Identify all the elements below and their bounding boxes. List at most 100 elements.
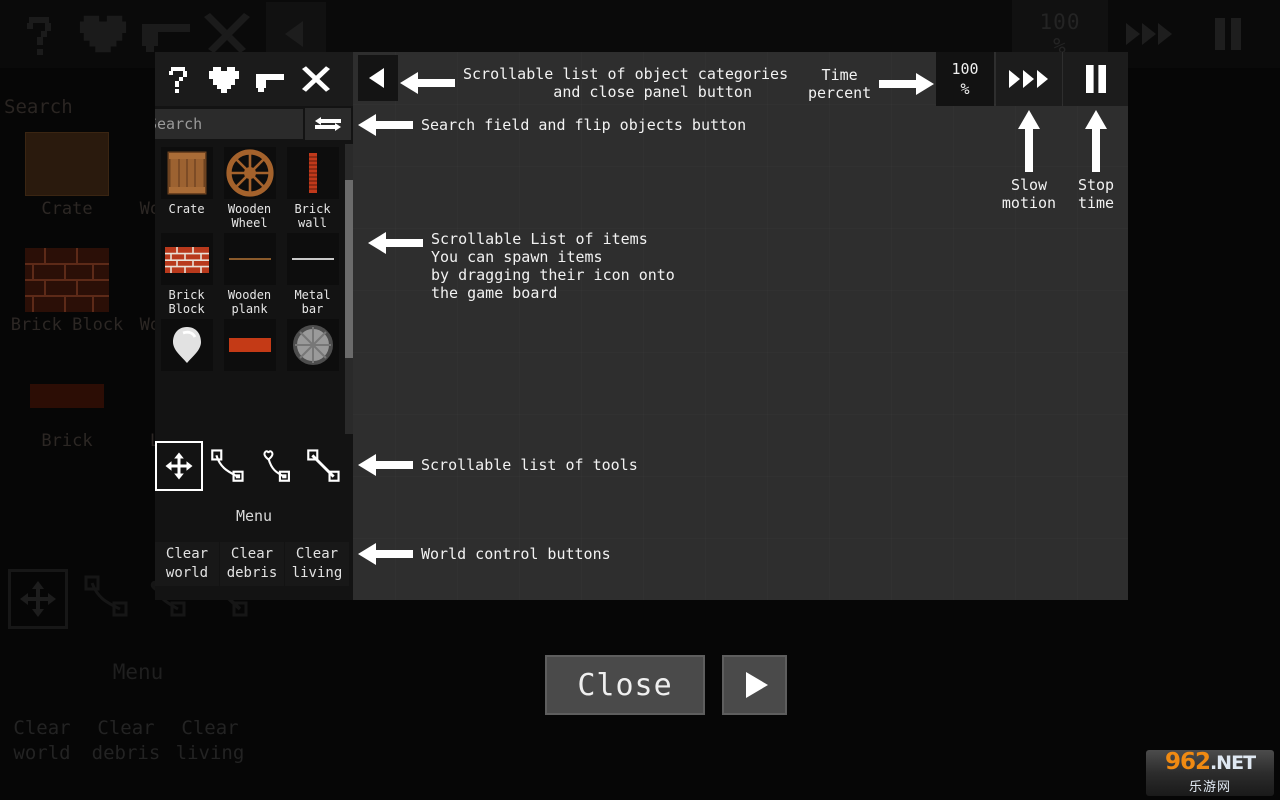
background-move-tool[interactable] [8, 569, 68, 629]
annotation-world-controls: World control buttons [358, 541, 611, 567]
watermark: 962.NET 乐游网 [1146, 750, 1274, 796]
metalbar-thumb [286, 233, 339, 285]
annotation-items: Scrollable List of items You can spawn i… [368, 230, 675, 302]
background-item[interactable]: Crate [0, 130, 134, 246]
background-item[interactable]: Brick [0, 362, 134, 478]
background-item-label: Brick Block [10, 315, 124, 335]
flip-objects-button[interactable] [305, 108, 351, 140]
time-percent-display: 100 % [936, 52, 994, 106]
background-time-percent-value: 100 [1039, 10, 1081, 34]
item-brick-wall[interactable]: Brick wall [281, 144, 344, 230]
close-button-label: Close [577, 667, 673, 703]
move-tool-selected-frame [155, 441, 203, 491]
background-rope-tool[interactable] [84, 575, 128, 623]
arrow-right-icon [879, 73, 935, 95]
search-input-text: Search [155, 115, 203, 133]
watermark-chinese: 乐游网 [1188, 780, 1231, 795]
category-gun-icon[interactable] [247, 52, 293, 106]
object-panel: Search Crate [155, 52, 353, 600]
category-heart-icon[interactable] [201, 52, 247, 106]
item-label: Wooden plank [227, 288, 272, 316]
play-button[interactable] [722, 655, 787, 715]
background-pause-icon[interactable] [1196, 4, 1260, 64]
annotation-stop-time-text: Stop time [1077, 176, 1115, 212]
item-balloon[interactable] [155, 316, 218, 374]
background-item[interactable]: Brick Block [0, 246, 134, 362]
background-brickblock-thumb [25, 248, 109, 312]
item-wooden-plank[interactable]: Wooden plank [218, 230, 281, 316]
rope-tool-button[interactable] [203, 440, 251, 492]
wheel-thumb [223, 147, 276, 199]
item-list[interactable]: Crate Wooden Wheel Brick wall Brick Bloc… [155, 144, 345, 444]
brickwall-thumb [286, 147, 339, 199]
background-clear-living[interactable]: Clear living [168, 716, 252, 766]
item-label: Brick Block [168, 288, 205, 316]
background-crate-thumb [25, 132, 109, 196]
annotation-tools: Scrollable list of tools [358, 452, 638, 478]
tools-row[interactable] [155, 434, 353, 498]
rod-tool-button[interactable] [299, 440, 347, 492]
annotation-time-percent: Time percent [808, 66, 935, 102]
annotation-tools-text: Scrollable list of tools [421, 456, 638, 474]
woodplank-thumb [223, 233, 276, 285]
arrow-left-icon [358, 543, 413, 565]
item-wooden-wheel[interactable]: Wooden Wheel [218, 144, 281, 230]
close-button[interactable]: Close [545, 655, 705, 715]
menu-label: Menu [235, 507, 273, 525]
background-help-icon [10, 4, 72, 64]
redbar-thumb [223, 319, 276, 371]
arrow-up-icon [1085, 110, 1107, 172]
item-brick-block[interactable]: Brick Block [155, 230, 218, 316]
close-panel-button[interactable] [358, 55, 398, 101]
annotation-items-text: Scrollable List of items You can spawn i… [431, 230, 675, 302]
item-label: Crate [168, 202, 205, 216]
annotation-categories-text: Scrollable list of object categories and… [463, 65, 789, 101]
search-row: Search [155, 106, 353, 142]
background-heart-icon [72, 4, 134, 64]
annotation-categories: Scrollable list of object categories and… [400, 65, 788, 101]
background-item-label: Brick [41, 431, 93, 451]
annotation-time-percent-text: Time percent [808, 66, 872, 102]
spring-tool-button[interactable] [251, 440, 299, 492]
brickblock-thumb [160, 233, 213, 285]
item-red-bar[interactable] [218, 316, 281, 374]
move-tool-button[interactable] [155, 440, 203, 492]
item-row: Brick Block Wooden plank Metal bar [155, 230, 345, 316]
item-metal-bar[interactable]: Metal bar [281, 230, 344, 316]
background-world-controls: Clear world Clear debris Clear living [0, 716, 280, 766]
arrow-up-icon [1018, 110, 1040, 172]
world-controls-row: Clear world Clear debris Clear living [155, 542, 353, 586]
watermark-top: 962.NET [1164, 750, 1256, 775]
annotation-search: Search field and flip objects button [358, 112, 746, 138]
item-list-scrollbar-thumb[interactable] [345, 180, 353, 358]
item-label: Metal bar [294, 288, 331, 316]
category-swords-icon[interactable] [293, 52, 339, 106]
clear-world-button[interactable]: Clear world [155, 542, 219, 586]
item-gray-wheel[interactable] [281, 316, 344, 374]
search-input[interactable]: Search [155, 109, 303, 139]
watermark-domain: .NET [1209, 752, 1256, 774]
time-percent-value: 100 [951, 60, 979, 78]
clear-living-button[interactable]: Clear living [285, 542, 349, 586]
item-label: Brick wall [294, 202, 331, 230]
arrow-left-icon [358, 454, 413, 476]
item-crate[interactable]: Crate [155, 144, 218, 230]
stop-time-button[interactable] [1063, 52, 1128, 106]
category-help-icon[interactable] [155, 52, 201, 106]
annotation-world-controls-text: World control buttons [421, 545, 611, 563]
crate-thumb [160, 147, 213, 199]
tutorial-overlay: Search Crate [155, 52, 1128, 600]
background-item-label: Crate [41, 199, 93, 219]
category-bar [155, 52, 353, 106]
clear-debris-button[interactable]: Clear debris [220, 542, 284, 586]
background-clear-debris[interactable]: Clear debris [84, 716, 168, 766]
background-search-placeholder: Search [4, 96, 73, 118]
watermark-digits: 962 [1164, 750, 1211, 775]
background-clear-world[interactable]: Clear world [0, 716, 84, 766]
background-menu-label: Menu [112, 660, 164, 684]
arrow-left-icon [400, 72, 455, 94]
background-brick-thumb [25, 364, 109, 428]
item-row: Crate Wooden Wheel Brick wall [155, 144, 345, 230]
arrow-left-icon [368, 232, 423, 254]
slow-motion-button[interactable] [996, 52, 1062, 106]
